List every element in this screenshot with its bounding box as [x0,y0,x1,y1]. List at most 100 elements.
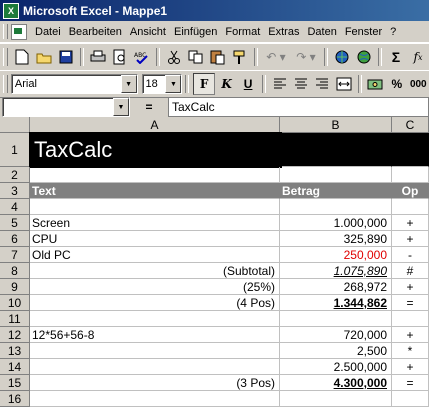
undo-icon[interactable]: ↶ ▾ [262,47,290,67]
name-box[interactable]: ▼ [2,97,130,117]
cell-a11[interactable] [30,311,280,327]
save-icon[interactable] [56,47,76,67]
menu-fenster[interactable]: Fenster [341,26,386,38]
row-header[interactable]: 4 [0,199,30,215]
paste-icon[interactable] [208,47,228,67]
cut-icon[interactable] [164,47,184,67]
underline-button[interactable]: U [238,74,257,94]
cell-b4[interactable] [280,199,392,215]
cell-c13[interactable]: * [392,343,429,359]
cell-b13[interactable]: 2,500 [280,343,392,359]
redo-icon[interactable]: ↷ ▾ [292,47,320,67]
column-header-b[interactable]: B [280,117,392,133]
open-icon[interactable] [34,47,54,67]
row-header[interactable]: 16 [0,391,30,407]
cell-b6[interactable]: 325,890 [280,231,392,247]
cell-a12[interactable]: 12*56+56-8 [30,327,280,343]
row-header[interactable]: 14 [0,359,30,375]
font-size-combo[interactable]: 18 ▼ [141,74,183,94]
toolbar-grip[interactable] [3,75,8,93]
print-icon[interactable] [88,47,108,67]
row-header[interactable]: 11 [0,311,30,327]
cell-c9[interactable]: + [392,279,429,295]
row-header[interactable]: 8 [0,263,30,279]
cell-c2[interactable] [392,167,429,183]
cell-c12[interactable]: + [392,327,429,343]
workbook-icon[interactable] [11,23,27,40]
menu-datei[interactable]: Datei [31,26,65,38]
menu-daten[interactable]: Daten [303,26,340,38]
thousands-button[interactable]: 000 [409,74,428,94]
cell-a4[interactable] [30,199,280,215]
row-header[interactable]: 1 [0,133,30,167]
cell-c6[interactable]: + [392,231,429,247]
spellcheck-icon[interactable]: ABC [132,47,152,67]
row-header[interactable]: 12 [0,327,30,343]
cell-b1[interactable] [280,133,392,167]
cell-b10[interactable]: 1.344,862 [280,295,392,311]
print-preview-icon[interactable] [110,47,130,67]
row-header[interactable]: 5 [0,215,30,231]
currency-icon[interactable] [366,74,385,94]
column-header-a[interactable]: A [30,117,280,133]
copy-icon[interactable] [186,47,206,67]
menu-bearbeiten[interactable]: Bearbeiten [65,26,126,38]
cell-c5[interactable]: + [392,215,429,231]
web-toolbar-icon[interactable] [354,47,374,67]
cell-b15[interactable]: 4.300,000 [280,375,392,391]
format-painter-icon[interactable] [230,47,250,67]
cell-b14[interactable]: 2.500,000 [280,359,392,375]
align-right-icon[interactable] [313,74,332,94]
cell-c11[interactable] [392,311,429,327]
cell-a2[interactable] [30,167,280,183]
cell-b9[interactable]: 268,972 [280,279,392,295]
cell-a14[interactable] [30,359,280,375]
font-name-combo[interactable]: Arial ▼ [10,74,138,94]
autosum-icon[interactable]: Σ [386,47,406,67]
cell-c3[interactable]: Op [392,183,429,199]
cell-a3[interactable]: Text [30,183,280,199]
cell-a16[interactable] [30,391,280,407]
excel-icon[interactable]: X [3,2,19,19]
cell-a5[interactable]: Screen [30,215,280,231]
cell-a7[interactable]: Old PC [30,247,280,263]
row-header[interactable]: 15 [0,375,30,391]
align-left-icon[interactable] [270,74,289,94]
menu-ansicht[interactable]: Ansicht [126,26,170,38]
italic-button[interactable]: K [217,74,236,94]
function-icon[interactable]: fx [408,47,428,67]
cell-a1[interactable]: TaxCalc [30,133,280,167]
cell-a9[interactable]: (25%) [30,279,280,295]
menu-help[interactable]: ? [386,26,400,38]
row-header[interactable]: 6 [0,231,30,247]
cell-c16[interactable] [392,391,429,407]
percent-button[interactable]: % [387,74,406,94]
chevron-down-icon[interactable]: ▼ [113,98,129,116]
row-header[interactable]: 10 [0,295,30,311]
chevron-down-icon[interactable]: ▼ [120,75,137,93]
menu-format[interactable]: Format [221,26,264,38]
cell-c7[interactable]: - [392,247,429,263]
row-header[interactable]: 13 [0,343,30,359]
formula-input[interactable]: TaxCalc [168,97,429,117]
cell-b16[interactable] [280,391,392,407]
hyperlink-icon[interactable] [332,47,352,67]
menu-einfuegen[interactable]: Einfügen [170,26,221,38]
cell-a10[interactable]: (4 Pos) [30,295,280,311]
cell-c4[interactable] [392,199,429,215]
menu-extras[interactable]: Extras [264,26,303,38]
row-header[interactable]: 3 [0,183,30,199]
cell-a13[interactable] [30,343,280,359]
cell-b3[interactable]: Betrag [280,183,392,199]
cell-b2[interactable] [280,167,392,183]
formula-equals-button[interactable]: = [130,100,168,114]
cell-c14[interactable]: + [392,359,429,375]
cell-a15[interactable]: (3 Pos) [30,375,280,391]
cell-b7[interactable]: 250,000 [280,247,392,263]
toolbar-grip[interactable] [3,48,8,66]
toolbar-grip[interactable] [3,24,8,39]
cell-b5[interactable]: 1.000,000 [280,215,392,231]
cell-b11[interactable] [280,311,392,327]
cell-c1[interactable] [392,133,429,167]
select-all-corner[interactable] [0,117,30,133]
